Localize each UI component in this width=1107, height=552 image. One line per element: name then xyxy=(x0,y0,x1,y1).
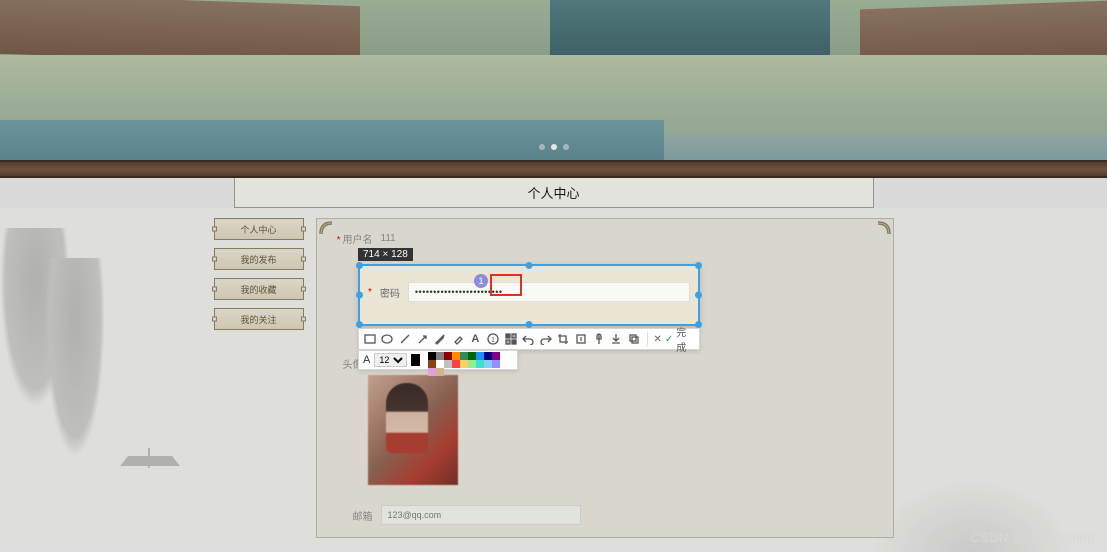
ornate-divider xyxy=(0,160,1107,178)
palette-color[interactable] xyxy=(476,352,484,360)
redo-icon[interactable] xyxy=(539,332,553,346)
email-row: 邮箱 xyxy=(333,505,877,525)
palette-color[interactable] xyxy=(484,360,492,368)
page-title-bar: 个人中心 xyxy=(234,178,874,208)
email-label: 邮箱 xyxy=(333,508,373,523)
sidebar-item-label: 我的关注 xyxy=(240,313,276,326)
water-graphic xyxy=(0,120,664,160)
font-size-select[interactable]: 12 xyxy=(374,353,407,367)
sidebar-item-favorites[interactable]: 我的收藏 xyxy=(214,278,304,300)
carousel-dot[interactable] xyxy=(539,144,545,150)
crop-icon[interactable] xyxy=(557,332,571,346)
palette-color[interactable] xyxy=(476,360,484,368)
svg-text:1: 1 xyxy=(491,337,495,344)
sidebar-item-label: 我的发布 xyxy=(240,253,276,266)
download-icon[interactable] xyxy=(609,332,623,346)
avatar-image[interactable] xyxy=(368,375,458,485)
pen-tool-icon[interactable] xyxy=(433,332,447,346)
line-tool-icon[interactable] xyxy=(398,332,412,346)
ink-painting-left xyxy=(0,218,220,552)
password-input[interactable]: •••••••••••••••••••••••• xyxy=(408,282,690,302)
palette-color[interactable] xyxy=(460,352,468,360)
annotation-rectangle[interactable] xyxy=(490,274,522,296)
palette-color[interactable] xyxy=(452,360,460,368)
palette-color[interactable] xyxy=(428,360,436,368)
body-area: 个人中心 我的发布 我的收藏 我的关注 *用户名 111 头像 邮箱 xyxy=(0,208,1107,552)
copy-icon[interactable] xyxy=(627,332,641,346)
palette-color[interactable] xyxy=(484,352,492,360)
password-label: 密码 xyxy=(380,285,400,300)
undo-icon[interactable] xyxy=(521,332,535,346)
username-row: *用户名 111 xyxy=(333,231,877,246)
carousel-dot[interactable] xyxy=(563,144,569,150)
screenshot-toolbar: A 1 ✕ ✓ 完成 xyxy=(358,328,700,350)
palette-color[interactable] xyxy=(428,368,436,376)
sidebar-item-follows[interactable]: 我的关注 xyxy=(214,308,304,330)
palette-color[interactable] xyxy=(428,352,436,360)
carousel-dot[interactable] xyxy=(551,144,557,150)
sidebar-item-profile[interactable]: 个人中心 xyxy=(214,218,304,240)
palette-color[interactable] xyxy=(460,360,468,368)
palette-color[interactable] xyxy=(468,352,476,360)
username-value: 111 xyxy=(381,233,396,244)
mosaic-tool-icon[interactable] xyxy=(504,332,518,346)
pin-icon[interactable] xyxy=(592,332,606,346)
sidebar-item-label: 我的收藏 xyxy=(240,283,276,296)
palette-color[interactable] xyxy=(444,360,452,368)
palette-color[interactable] xyxy=(444,352,452,360)
screenshot-selection[interactable]: 1 * 密码 •••••••••••••••••••••••• xyxy=(358,264,700,326)
palette-color[interactable] xyxy=(492,360,500,368)
palette-color[interactable] xyxy=(436,352,444,360)
cancel-icon[interactable]: ✕ xyxy=(653,334,661,345)
ocr-icon[interactable] xyxy=(574,332,588,346)
done-label[interactable]: 完成 xyxy=(676,324,695,354)
annotation-number-badge[interactable]: 1 xyxy=(474,274,488,288)
palette-color[interactable] xyxy=(436,360,444,368)
resize-handle[interactable] xyxy=(356,292,363,299)
ellipse-tool-icon[interactable] xyxy=(381,332,395,346)
palette-color[interactable] xyxy=(468,360,476,368)
toolbar-actions: ✕ ✓ 完成 xyxy=(653,324,695,354)
resize-handle[interactable] xyxy=(695,262,702,269)
email-input[interactable] xyxy=(381,505,581,525)
highlighter-tool-icon[interactable] xyxy=(451,332,465,346)
resize-handle[interactable] xyxy=(526,321,533,328)
rectangle-tool-icon[interactable] xyxy=(363,332,377,346)
toolbar-separator xyxy=(647,332,648,346)
color-palette xyxy=(428,352,506,368)
corner-ornament xyxy=(873,221,891,239)
building-graphic xyxy=(550,0,830,60)
font-label: A xyxy=(363,354,370,366)
resize-handle[interactable] xyxy=(695,292,702,299)
sidebar-item-label: 个人中心 xyxy=(240,223,276,236)
carousel-dots[interactable] xyxy=(539,144,569,150)
current-color-swatch[interactable] xyxy=(411,354,420,366)
palette-color[interactable] xyxy=(492,352,500,360)
text-tool-icon[interactable]: A xyxy=(469,332,483,346)
confirm-icon[interactable]: ✓ xyxy=(665,334,673,345)
required-asterisk: * xyxy=(368,287,372,298)
arrow-tool-icon[interactable] xyxy=(416,332,430,346)
palette-color[interactable] xyxy=(452,352,460,360)
username-label: 用户名 xyxy=(343,235,373,246)
palette-color[interactable] xyxy=(436,368,444,376)
resize-handle[interactable] xyxy=(695,321,702,328)
resize-handle[interactable] xyxy=(356,262,363,269)
page-title: 个人中心 xyxy=(527,183,579,202)
sidebar-item-posts[interactable]: 我的发布 xyxy=(214,248,304,270)
resize-handle[interactable] xyxy=(526,262,533,269)
hero-banner xyxy=(0,0,1107,160)
corner-ornament xyxy=(319,221,337,239)
selection-dimensions: 714 × 128 xyxy=(358,248,413,261)
sidebar: 个人中心 我的发布 我的收藏 我的关注 xyxy=(214,218,304,538)
resize-handle[interactable] xyxy=(356,321,363,328)
text-style-bar: A 12 xyxy=(358,350,518,370)
watermark: CSDN @小蔡coding xyxy=(970,527,1095,546)
number-tool-icon[interactable]: 1 xyxy=(486,332,500,346)
